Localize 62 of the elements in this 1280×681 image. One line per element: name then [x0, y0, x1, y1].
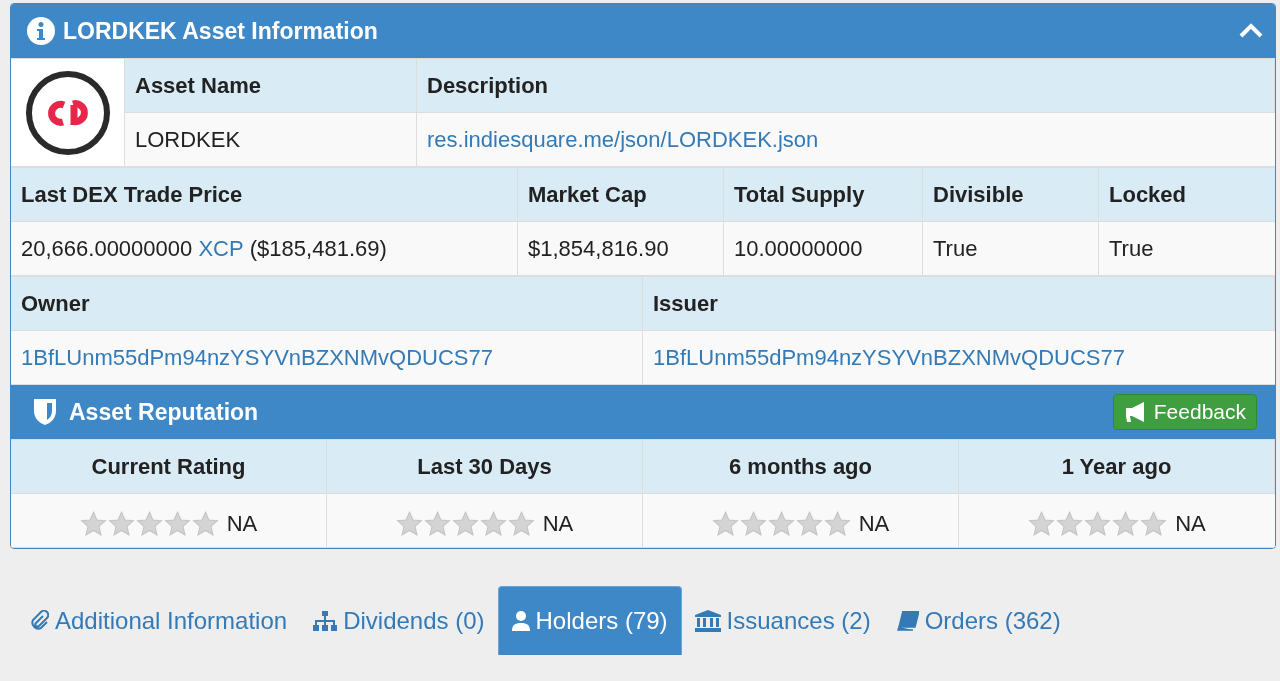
user-icon — [511, 611, 530, 631]
column-header: Market Cap — [518, 168, 724, 222]
star-icon — [1056, 510, 1084, 537]
star-icon — [479, 510, 507, 537]
rating-value: NA — [1175, 510, 1206, 537]
trade-price: 20,666.00000000 XCP ($185,481.69) — [11, 222, 518, 276]
star-icon — [823, 510, 851, 537]
feedback-button[interactable]: Feedback — [1112, 394, 1257, 430]
column-header: Asset Name — [125, 59, 417, 113]
tab[interactable]: Issuances (2) — [681, 587, 884, 655]
paperclip-icon — [29, 610, 49, 632]
info-icon — [27, 17, 55, 45]
star-icon — [107, 510, 135, 537]
address-link[interactable]: 1BfLUnm55dPm94nzYSYVnBZXNMvQDUCS77 — [653, 344, 1125, 371]
rating-value: NA — [226, 510, 258, 537]
shield-icon — [33, 398, 57, 426]
table-cell: True — [923, 222, 1099, 276]
column-header: Total Supply — [724, 168, 923, 222]
bank-icon — [694, 610, 721, 632]
table-cell: 10.00000000 — [724, 222, 923, 276]
sitemap-icon — [313, 611, 338, 631]
column-header: Issuer — [643, 277, 1275, 331]
column-header: Owner — [11, 277, 643, 331]
star-icon — [739, 510, 767, 537]
column-header: Description — [417, 59, 1275, 113]
table-cell: LORDKEK — [125, 113, 417, 167]
star-icon — [711, 510, 739, 537]
star-icon — [1112, 510, 1140, 537]
rating-value: NA — [542, 510, 574, 537]
section-title: Asset Reputation — [69, 398, 260, 426]
currency-link[interactable]: XCP — [198, 235, 244, 262]
star-icon — [191, 510, 219, 537]
star-icon — [79, 510, 107, 537]
tab[interactable]: Holders (79) — [497, 586, 682, 655]
star-icon — [395, 510, 423, 537]
tab[interactable]: Dividends (0) — [300, 587, 498, 655]
star-icon — [507, 510, 535, 537]
panel-title: LORDKEK Asset Information — [63, 17, 379, 45]
tab[interactable]: Orders (362) — [883, 587, 1074, 655]
description-link[interactable]: res.indiesquare.me/json/LORDKEK.json — [427, 126, 819, 153]
rating-value: NA — [858, 510, 890, 537]
column-header: Current Rating — [11, 440, 327, 494]
column-header: 1 Year ago — [959, 440, 1275, 494]
star-icon — [795, 510, 823, 537]
book-icon — [896, 611, 919, 631]
tab[interactable]: Additional Information — [16, 587, 301, 655]
table-cell: $1,854,816.90 — [518, 222, 724, 276]
column-header: Divisible — [923, 168, 1099, 222]
column-header: Last 30 Days — [327, 440, 643, 494]
column-header: Locked — [1099, 168, 1275, 222]
column-header: Last DEX Trade Price — [11, 168, 518, 222]
chevron-up-icon[interactable] — [1239, 23, 1263, 39]
star-icon — [451, 510, 479, 537]
star-icon — [1140, 510, 1168, 537]
star-icon — [1084, 510, 1112, 537]
star-icon — [135, 510, 163, 537]
star-icon — [1028, 510, 1056, 537]
star-icon — [163, 510, 191, 537]
star-icon — [767, 510, 795, 537]
star-icon — [423, 510, 451, 537]
column-header: 6 months ago — [643, 440, 959, 494]
address-link[interactable]: 1BfLUnm55dPm94nzYSYVnBZXNMvQDUCS77 — [21, 344, 493, 371]
